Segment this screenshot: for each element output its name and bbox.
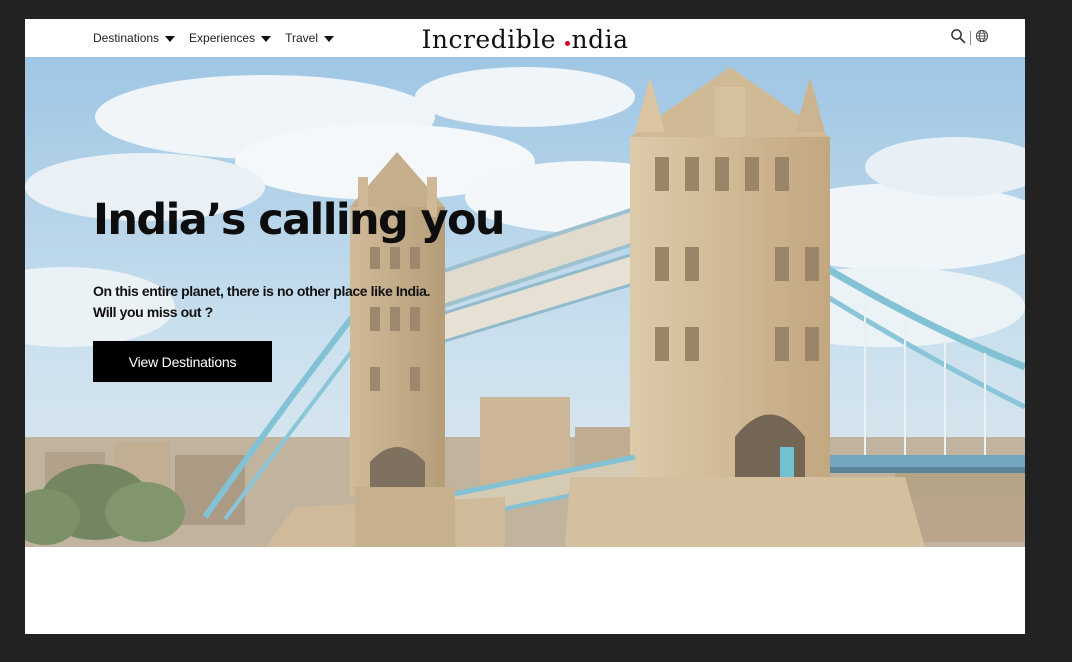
logo-text-start: Incredible (421, 25, 565, 54)
chevron-down-icon (324, 35, 334, 42)
tools-divider (970, 31, 971, 45)
logo-text-end: ndia (571, 25, 629, 54)
nav-item-label: Destinations (93, 31, 160, 45)
top-navigation-bar: Destinations Experiences Travel Incredib… (25, 19, 1025, 57)
hero-subtitle: On this entire planet, there is no other… (93, 281, 513, 323)
nav-item-label: Travel (285, 31, 318, 45)
page-frame: Destinations Experiences Travel Incredib… (25, 19, 1025, 634)
nav-item-destinations[interactable]: Destinations (93, 31, 176, 45)
nav-item-experiences[interactable]: Experiences (189, 31, 272, 45)
view-destinations-button[interactable]: View Destinations (93, 341, 272, 382)
search-icon[interactable] (950, 28, 966, 49)
chevron-down-icon (165, 35, 176, 42)
hero-subtitle-line-2: Will you miss out ? (93, 304, 213, 320)
nav-menu: Destinations Experiences Travel (93, 19, 334, 57)
hero-subtitle-line-1: On this entire planet, there is no other… (93, 283, 430, 299)
nav-tools (950, 19, 989, 57)
nav-item-label: Experiences (189, 31, 256, 45)
hero-banner: India’s calling you On this entire plane… (25, 57, 1025, 547)
hero-title: India’s calling you (93, 195, 506, 245)
chevron-down-icon (261, 35, 272, 42)
logo-red-dot (565, 41, 571, 46)
nav-item-travel[interactable]: Travel (285, 31, 334, 45)
globe-icon[interactable] (975, 29, 989, 48)
